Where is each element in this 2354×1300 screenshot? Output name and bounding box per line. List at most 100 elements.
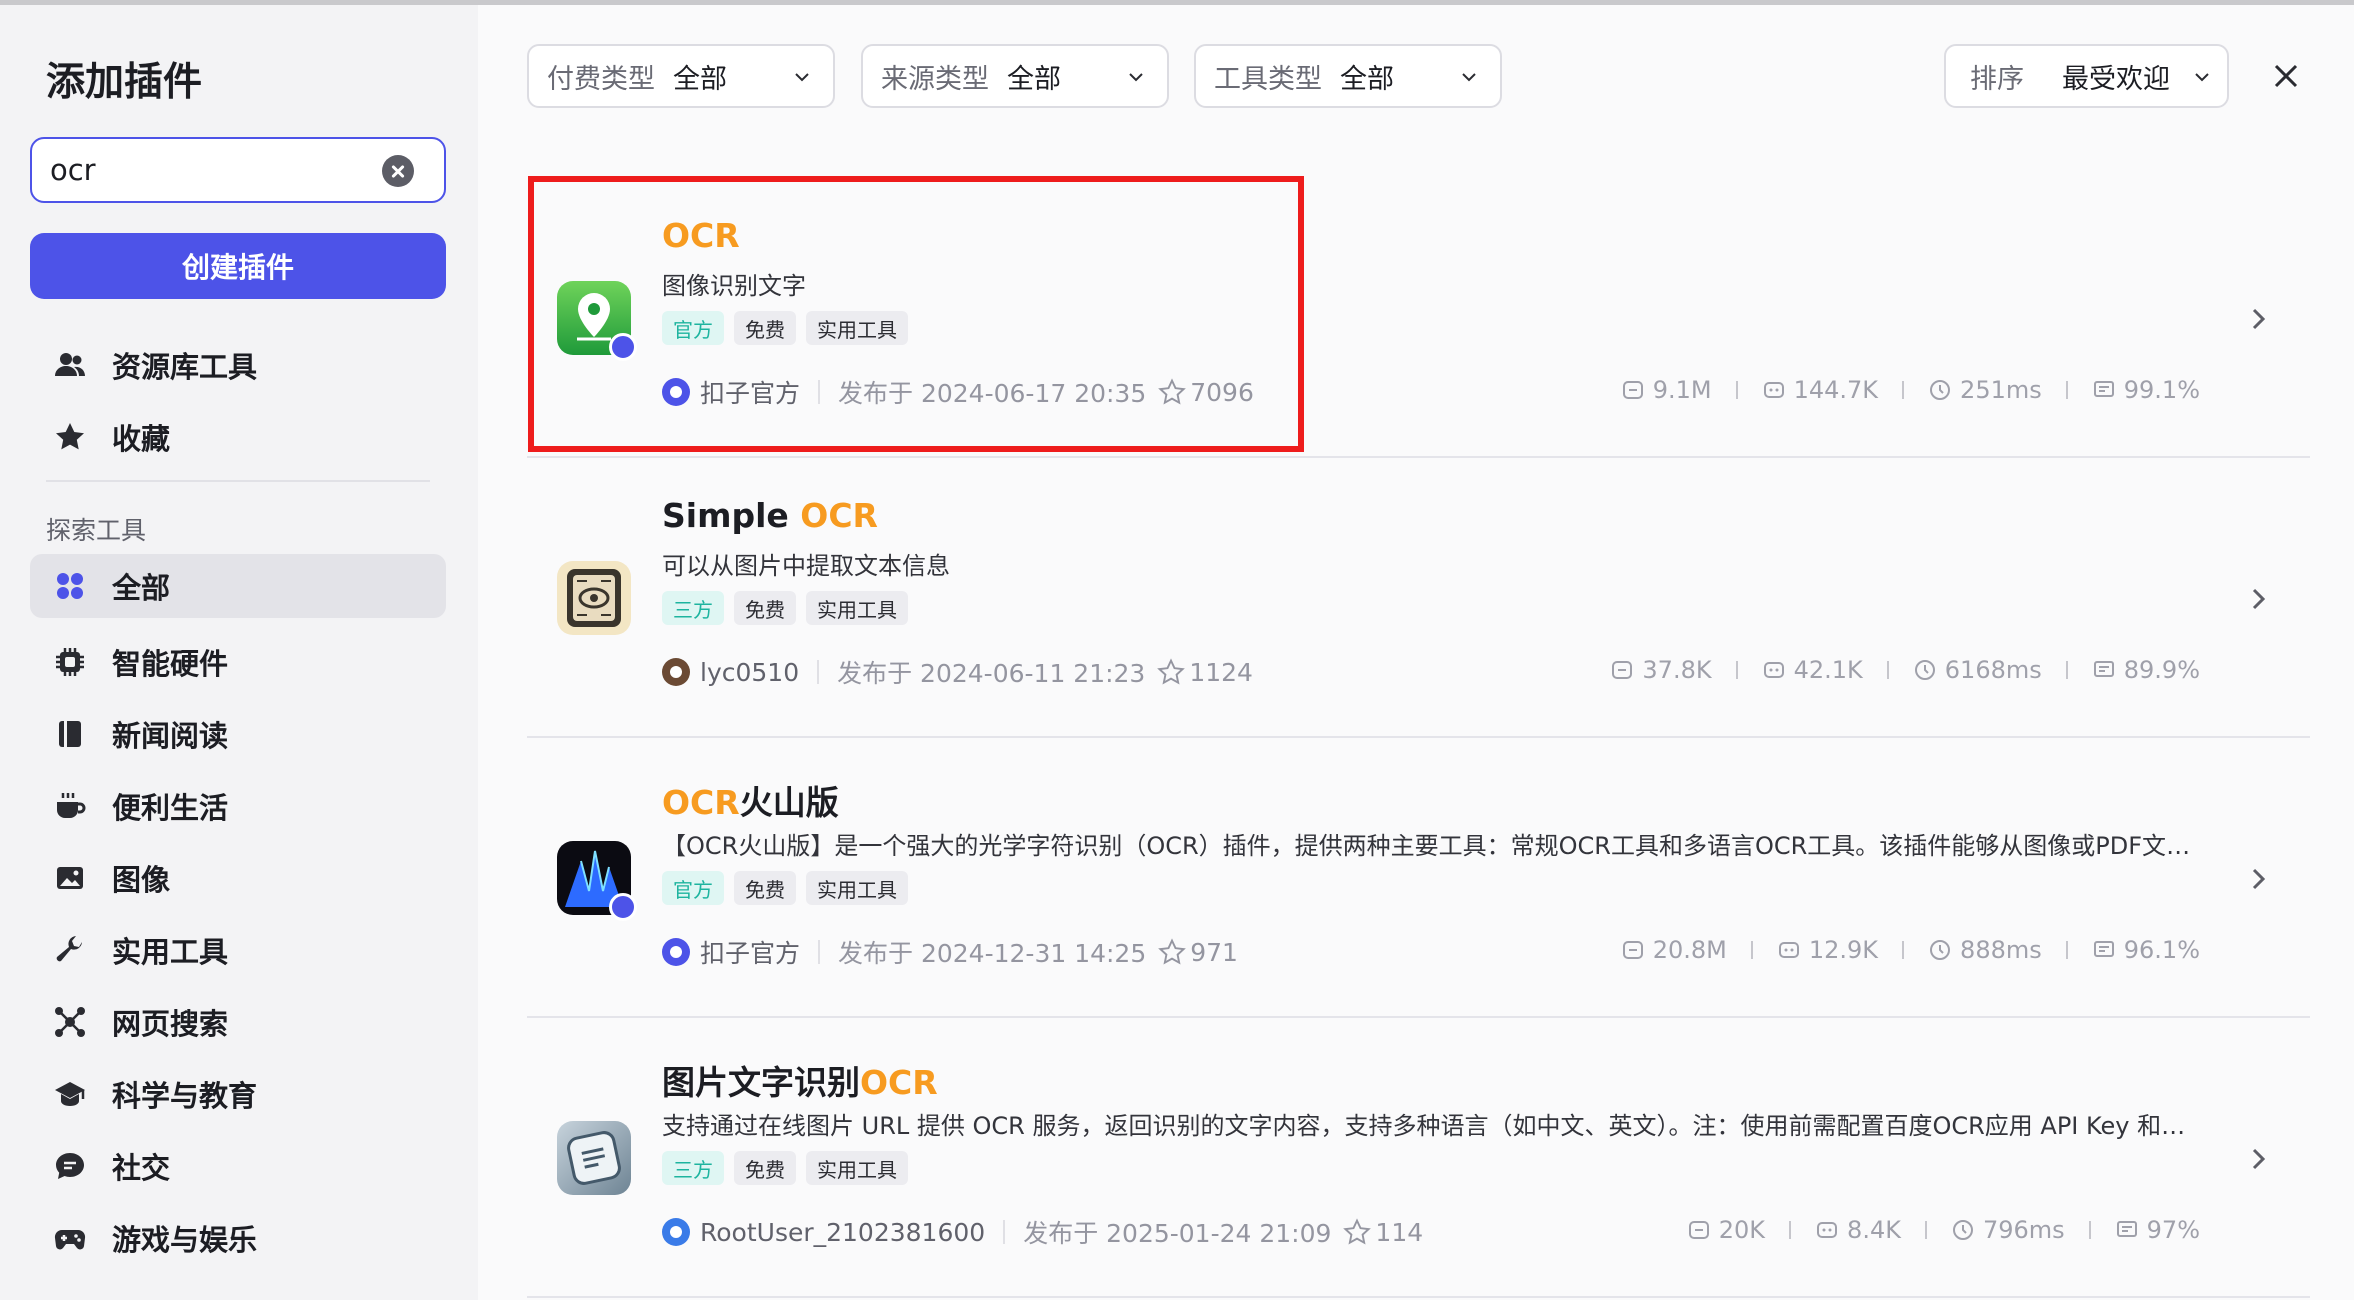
sidebar-item-image[interactable]: 图像: [30, 846, 446, 910]
sort-filter[interactable]: 排序 最受欢迎: [1944, 44, 2229, 108]
sidebar-item-label: 便利生活: [112, 791, 229, 825]
sidebar-item-favorites[interactable]: 收藏: [30, 405, 446, 469]
star-outline-icon: [1343, 1218, 1372, 1245]
plugin-card-image-text-ocr[interactable]: 图片文字识别OCR 支持通过在线图片 URL 提供 OCR 服务，返回识别的文字…: [527, 1020, 2310, 1298]
simple-ocr-plugin-icon: [557, 561, 631, 635]
tool-type-filter[interactable]: 工具类型 全部: [1194, 44, 1502, 108]
publish-date: 发布于 2025-01-24 21:09: [1023, 1219, 1332, 1248]
pay-type-filter[interactable]: 付费类型 全部: [527, 44, 835, 108]
stat-latency: 251ms: [1928, 376, 2042, 404]
plugin-title: Simple OCR: [662, 496, 878, 535]
close-icon[interactable]: [2268, 58, 2304, 94]
author-avatar: [662, 1218, 690, 1246]
calls-icon: [1622, 941, 1643, 959]
plugin-description: 支持通过在线图片 URL 提供 OCR 服务，返回识别的文字内容，支持多种语言（…: [662, 1112, 2192, 1140]
clock-icon: [1952, 1220, 1973, 1240]
sidebar-item-utility-tools[interactable]: 实用工具: [30, 918, 446, 982]
favorite-count: 971: [1158, 938, 1238, 967]
plugin-title: OCR火山版: [662, 783, 839, 822]
star-outline-icon: [1157, 658, 1186, 685]
search-box[interactable]: [30, 137, 446, 203]
sidebar-item-library-tools[interactable]: 资源库工具: [30, 333, 446, 397]
stat-success-rate: 96.1%: [2092, 936, 2200, 964]
sidebar-item-label: 科学与教育: [112, 1079, 258, 1113]
card-divider: [527, 456, 2310, 458]
graduation-cap-icon: [54, 1078, 86, 1110]
publish-date: 发布于 2024-06-11 21:23: [837, 659, 1146, 688]
sidebar-item-label: 智能硬件: [112, 647, 229, 681]
grid-icon: [54, 570, 86, 602]
create-plugin-button[interactable]: 创建插件: [30, 233, 446, 299]
stat-calls: 20.8M: [1621, 936, 1727, 964]
sidebar-item-smart-hardware[interactable]: 智能硬件: [30, 630, 446, 694]
sidebar-item-label: 游戏与娱乐: [112, 1223, 258, 1257]
panel-title: 添加插件: [46, 60, 203, 105]
sidebar-item-label: 实用工具: [112, 935, 229, 969]
sidebar-item-label: 新闻阅读: [112, 719, 229, 753]
sidebar-item-social[interactable]: 社交: [30, 1134, 446, 1198]
filter-value: 全部: [1340, 63, 1394, 95]
author-avatar: [662, 658, 690, 686]
stat-bots: 12.9K: [1777, 936, 1878, 964]
sidebar-item-web-search[interactable]: 网页搜索: [30, 990, 446, 1054]
sidebar-item-label: 收藏: [112, 422, 171, 456]
message-icon: [2093, 661, 2114, 677]
chevron-right-icon[interactable]: [2248, 862, 2270, 896]
plugin-tags: 三方 免费 实用工具: [662, 591, 908, 625]
chevron-right-icon[interactable]: [2248, 302, 2270, 336]
message-icon: [2093, 381, 2114, 397]
tag-category: 实用工具: [806, 1151, 908, 1185]
plugin-meta: RootUser_2102381600 发布于 2025-01-24 21:09…: [662, 1214, 1423, 1250]
plugin-stats: 9.1M 144.7K 251ms 99.1%: [1621, 376, 2200, 404]
stat-success-rate: 97%: [2115, 1216, 2200, 1244]
message-icon: [2093, 941, 2114, 957]
tag-pay: 免费: [734, 591, 796, 625]
chevron-right-icon[interactable]: [2248, 582, 2270, 616]
source-type-filter[interactable]: 来源类型 全部: [861, 44, 1169, 108]
filter-value: 全部: [673, 63, 727, 95]
sidebar-item-all[interactable]: 全部: [30, 554, 446, 618]
tag-pay: 免费: [734, 871, 796, 905]
favorite-count: 1124: [1157, 658, 1253, 687]
calls-icon: [1622, 381, 1643, 399]
publish-date: 发布于 2024-12-31 14:25: [838, 939, 1147, 968]
filter-label: 付费类型: [547, 63, 655, 95]
image-text-ocr-plugin-icon: [557, 1121, 631, 1195]
search-input[interactable]: [50, 149, 380, 191]
author-name: RootUser_2102381600: [700, 1217, 986, 1247]
sidebar-item-convenient-life[interactable]: 便利生活: [30, 774, 446, 838]
plugin-description: 【OCR火山版】是一个强大的光学字符识别（OCR）插件，提供两种主要工具：常规O…: [662, 832, 2192, 860]
gamepad-icon: [54, 1222, 86, 1254]
sidebar-item-news-reading[interactable]: 新闻阅读: [30, 702, 446, 766]
bot-icon: [1817, 1222, 1838, 1238]
sidebar-item-label: 网页搜索: [112, 1007, 229, 1041]
book-icon: [54, 718, 86, 750]
plugin-tags: 官方 免费 实用工具: [662, 871, 908, 905]
sidebar-item-games-entertainment[interactable]: 游戏与娱乐: [30, 1206, 446, 1270]
sidebar-item-label: 社交: [112, 1151, 171, 1185]
network-icon: [54, 1006, 86, 1038]
bot-icon: [1778, 942, 1799, 958]
plugin-meta: 扣子官方 发布于 2024-12-31 14:25 971: [662, 934, 1238, 970]
filter-label: 工具类型: [1214, 63, 1322, 95]
plugin-card-simple-ocr[interactable]: Simple OCR 可以从图片中提取文本信息 三方 免费 实用工具 lyc05…: [527, 460, 2310, 738]
clock-icon: [1914, 660, 1935, 680]
chat-icon: [54, 1150, 86, 1182]
explore-section-label: 探索工具: [46, 516, 147, 545]
filter-value: 最受欢迎: [2062, 63, 2170, 95]
clear-search-icon[interactable]: [382, 155, 414, 187]
sidebar-item-science-education[interactable]: 科学与教育: [30, 1062, 446, 1126]
card-divider: [527, 1296, 2310, 1298]
plugin-stats: 20.8M 12.9K 888ms 96.1%: [1621, 936, 2200, 964]
meta-separator: [1003, 1220, 1006, 1244]
official-badge-icon: [609, 893, 637, 921]
tag-category: 实用工具: [806, 871, 908, 905]
message-icon: [2116, 1221, 2137, 1237]
favorite-count: 114: [1343, 1218, 1423, 1247]
chevron-down-icon: [795, 73, 809, 82]
stat-bots: 8.4K: [1815, 1216, 1901, 1244]
plugin-card-ocr-volcano[interactable]: OCR火山版 【OCR火山版】是一个强大的光学字符识别（OCR）插件，提供两种主…: [527, 740, 2310, 1018]
chevron-right-icon[interactable]: [2248, 1142, 2270, 1176]
stat-bots: 144.7K: [1762, 376, 1878, 404]
meta-separator: [817, 660, 820, 684]
